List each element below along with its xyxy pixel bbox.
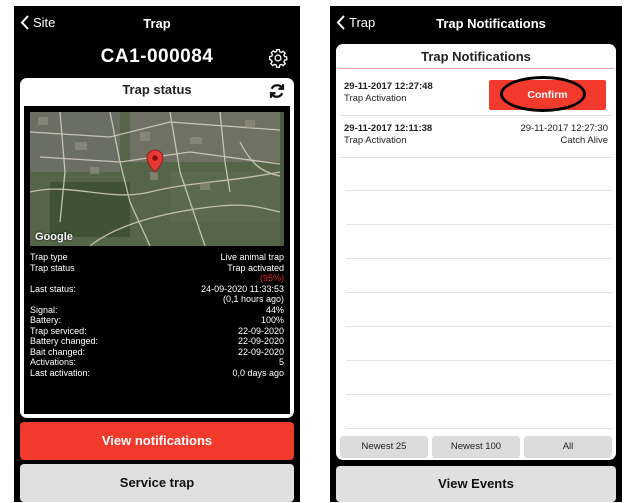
view-events-button[interactable]: View Events — [336, 466, 616, 502]
value: 5 — [278, 357, 284, 367]
trap-screen: Site Trap CA1-000084 Trap status Google … — [14, 6, 300, 502]
label: Activations: — [30, 357, 77, 367]
value: Live animal trap — [220, 252, 284, 262]
filter-all[interactable]: All — [524, 436, 612, 458]
info-row-trap-status-extra: (95%) — [30, 273, 284, 284]
nav-title: Trap — [143, 16, 171, 31]
gear-icon[interactable] — [268, 48, 288, 68]
label: Battery changed: — [30, 336, 99, 346]
notification-event: Trap Activation — [344, 135, 407, 146]
service-trap-button[interactable]: Service trap — [20, 464, 294, 502]
info-row-battery: Battery: 100% — [30, 315, 284, 326]
divider — [346, 224, 612, 225]
trap-id: CA1-000084 — [100, 46, 214, 67]
value: 24-09-2020 11:33:53 — [201, 283, 284, 294]
map-view[interactable]: Google — [30, 112, 284, 246]
value: 22-09-2020 — [237, 346, 284, 357]
filter-newest-25[interactable]: Newest 25 — [340, 436, 428, 458]
google-logo: Google — [35, 231, 73, 243]
info-row-bait-changed: Bait changed: 22-09-2020 — [30, 347, 284, 358]
confirmed-timestamp: 29-11-2017 12:27:30 — [520, 123, 608, 134]
nav-bar: Site Trap — [14, 6, 300, 40]
label: Last status: — [30, 283, 77, 294]
info-row-signal: Signal: 44% — [30, 305, 284, 316]
notification-status: Catch Alive — [560, 135, 608, 146]
value: Trap activated — [227, 262, 284, 273]
refresh-icon[interactable] — [268, 82, 286, 100]
divider — [346, 360, 612, 361]
notification-event: Trap Activation — [344, 93, 407, 104]
notifications-card: Trap Notifications 29-11-2017 12:27:48 T… — [336, 44, 616, 460]
value: 100% — [260, 315, 284, 325]
card-title: Trap status — [122, 82, 192, 97]
notification-timestamp: 29-11-2017 12:27:48 — [344, 81, 433, 92]
card-title: Trap Notifications — [421, 49, 531, 64]
divider — [346, 292, 612, 293]
divider — [346, 394, 612, 395]
info-row-trap-serviced: Trap serviced: 22-09-2020 — [30, 326, 284, 337]
trap-info: Trap type Live animal trap Trap status T… — [30, 252, 284, 378]
info-row-last-status: Last status: 24-09-2020 11:33:53 — [30, 284, 284, 295]
info-row-battery-changed: Battery changed: 22-09-2020 — [30, 336, 284, 347]
divider — [346, 258, 612, 259]
value: (0,1 hours ago) — [222, 294, 284, 304]
divider — [346, 428, 612, 429]
notifications-screen: Trap Trap Notifications Trap Notificatio… — [330, 6, 622, 502]
filter-newest-100[interactable]: Newest 100 — [432, 436, 520, 458]
info-row-last-status-ago: (0,1 hours ago) — [30, 294, 284, 305]
nav-bar: Trap Trap Notifications — [330, 6, 622, 40]
trap-status-card: Trap status Google Trap type Live animal… — [20, 78, 294, 418]
info-row-last-activation: Last activation: 0,0 days ago — [30, 368, 284, 379]
value: 22-09-2020 — [237, 336, 284, 346]
label: Last activation: — [30, 367, 91, 378]
notification-item[interactable]: 29-11-2017 12:27:48 Trap Activation Conf… — [340, 74, 612, 116]
info-row-activations: Activations: 5 — [30, 357, 284, 368]
label: Trap type — [30, 252, 68, 262]
filter-bar: Newest 25 Newest 100 All — [340, 436, 612, 458]
notification-timestamp: 29-11-2017 12:11:38 — [344, 123, 433, 134]
divider — [346, 326, 612, 327]
info-row-trap-type: Trap type Live animal trap — [30, 252, 284, 263]
label: Battery: — [30, 315, 62, 325]
label: Trap serviced: — [30, 325, 87, 336]
title-divider — [338, 68, 614, 69]
value: 22-09-2020 — [237, 325, 284, 336]
label: Bait changed: — [30, 346, 86, 357]
status-panel: Google Trap type Live animal trap Trap s… — [24, 106, 290, 414]
view-notifications-button[interactable]: View notifications — [20, 422, 294, 460]
label: Signal: — [30, 304, 58, 315]
divider — [346, 190, 612, 191]
value: (95%) — [259, 273, 284, 283]
value: 0,0 days ago — [232, 367, 284, 378]
notification-item[interactable]: 29-11-2017 12:11:38 Trap Activation 29-1… — [340, 116, 612, 158]
value: 44% — [265, 304, 284, 315]
confirm-button[interactable]: Confirm — [489, 80, 606, 110]
label: Trap status — [30, 262, 75, 273]
info-row-trap-status: Trap status Trap activated — [30, 263, 284, 274]
nav-title: Trap Notifications — [436, 16, 546, 31]
map-image — [30, 112, 280, 246]
